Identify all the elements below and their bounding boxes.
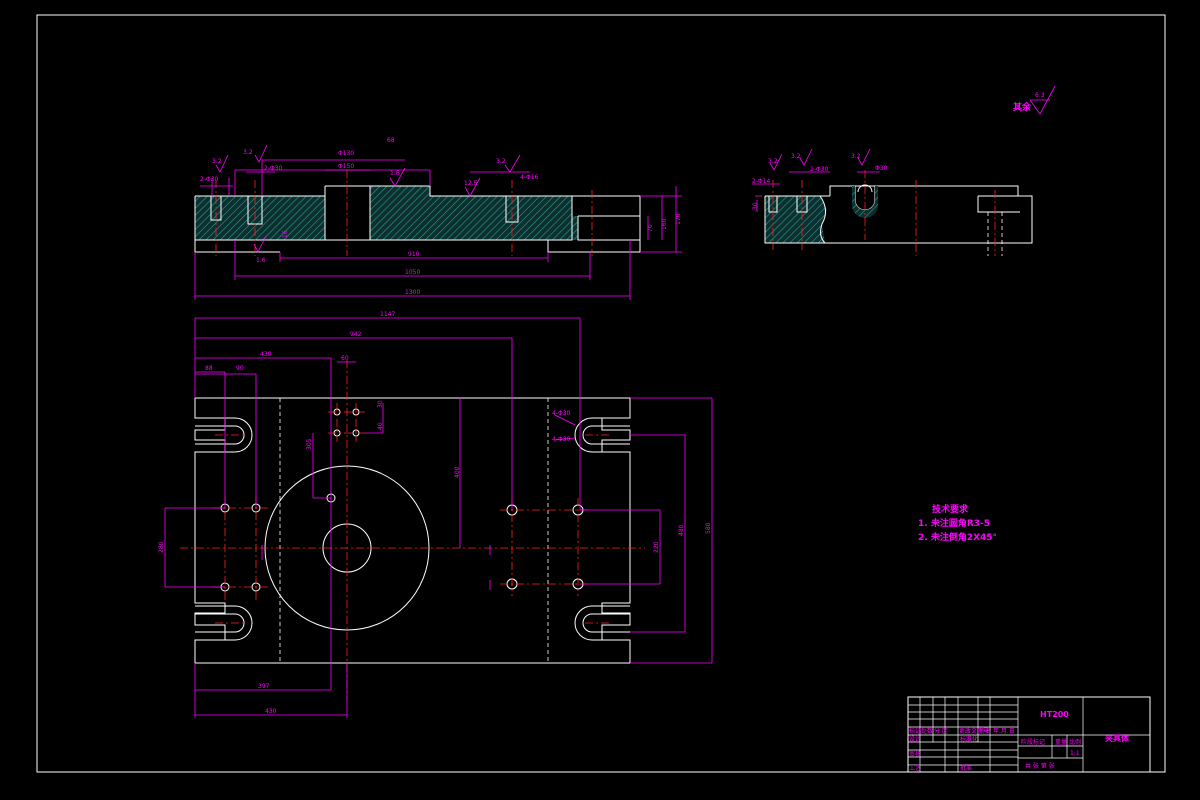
tb-date: 年.月.日 bbox=[993, 727, 1015, 735]
plan-dim-bottom-430: 430 bbox=[265, 708, 277, 715]
title-block: HT200 夹具体 标记 处数 分 区 更改文件号 签名 年.月.日 设计 标准… bbox=[907, 696, 1151, 773]
plan-dim-edge-88: 88 bbox=[205, 365, 213, 372]
plan-dim-pin-b: 40 bbox=[377, 422, 384, 430]
plan-dim-width-mid: 942 bbox=[350, 331, 362, 338]
tb-review: 审核 bbox=[909, 750, 921, 758]
plan-dim-height-220: 220 bbox=[653, 541, 660, 553]
tech-req-item-2: 2. 未注倒角2X45° bbox=[918, 531, 997, 543]
plan-view: 1147 942 430 60 88 90 30 40 400 305 280 … bbox=[158, 311, 713, 718]
plan-dim-slot-a: 4-Φ30 bbox=[552, 410, 571, 417]
tech-req-item-1: 1. 未注圆角R3-5 bbox=[918, 517, 990, 529]
plan-dim-width-top: 1147 bbox=[380, 311, 395, 318]
plan-dim-depth-400: 400 bbox=[454, 466, 461, 478]
front-section-view: 68 Φ130 Φ150 2-Φ30 2-Φ30 4-Φ16 3.2 3.2 1… bbox=[194, 137, 682, 300]
dim-length-mid: 1050 bbox=[405, 269, 420, 276]
plan-dim-height-580: 580 bbox=[705, 522, 712, 534]
side-dim-hole-c: Φ30 bbox=[875, 165, 888, 172]
inner-border bbox=[50, 15, 1165, 772]
tb-process: 工艺 bbox=[909, 764, 921, 772]
dim-counterbore-right: 4-Φ16 bbox=[520, 174, 539, 181]
plan-dim-height-280: 280 bbox=[158, 541, 165, 553]
dim-height-b: 160 bbox=[661, 218, 668, 230]
dim-length-total: 1300 bbox=[405, 289, 420, 296]
dim-length-inner: 910 bbox=[408, 251, 420, 258]
side-dim-roughness-a: 3.2 bbox=[768, 158, 778, 165]
plan-dim-bottom-397: 397 bbox=[258, 683, 270, 690]
dim-height-c: 170 bbox=[675, 213, 682, 225]
cad-drawing: 68 Φ130 Φ150 2-Φ30 2-Φ30 4-Φ16 3.2 3.2 1… bbox=[36, 14, 1166, 773]
tb-count: 处数 bbox=[921, 727, 933, 735]
plan-dim-305: 305 bbox=[306, 438, 313, 450]
dim-roughness-c: 1.6 bbox=[390, 170, 400, 177]
dim-hole-left: 2-Φ30 bbox=[264, 165, 283, 172]
tb-weight: 重量 bbox=[1055, 738, 1067, 746]
general-roughness-note: 其余 6.3 bbox=[1013, 85, 1056, 115]
side-dim-depth: 30 bbox=[752, 202, 759, 210]
side-hatch bbox=[765, 196, 827, 243]
plan-dim-slot-b: 4-Φ30 bbox=[552, 436, 571, 443]
side-dim-roughness-b: 3.2 bbox=[791, 153, 801, 160]
tb-mark: 标记 bbox=[909, 727, 921, 735]
plan-holes bbox=[220, 408, 584, 592]
dim-roughness-a: 3.2 bbox=[212, 158, 222, 165]
dim-depth-small: 16 bbox=[282, 230, 289, 238]
dim-counterbore-left: 2-Φ30 bbox=[200, 176, 219, 183]
tb-sign: 签名 bbox=[979, 727, 991, 735]
plan-dim-edge-90: 90 bbox=[236, 365, 244, 372]
side-dim-hole-a: 2-Φ14 bbox=[752, 178, 771, 185]
tb-scale: 比例 bbox=[1069, 738, 1081, 746]
plan-dim-pin-a: 30 bbox=[377, 400, 384, 408]
side-section-view: 2-Φ14 2-Φ30 Φ30 3.2 3.2 3.2 30 bbox=[752, 148, 1033, 256]
dim-overall-top: 68 bbox=[387, 137, 395, 144]
dim-height-a: 70 bbox=[647, 224, 654, 232]
technical-requirements: 技术要求 1. 未注圆角R3-5 2. 未注倒角2X45° bbox=[918, 503, 997, 543]
plan-dim-width-left: 430 bbox=[260, 351, 272, 358]
tb-sheets: 共 张 第 张 bbox=[1025, 762, 1055, 770]
roughness-note-value: 6.3 bbox=[1035, 92, 1045, 99]
tb-zone: 分 区 bbox=[934, 727, 948, 735]
tb-design: 设计 bbox=[909, 735, 921, 743]
dim-roughness-e: 12.5 bbox=[464, 180, 478, 187]
plan-dim-height-480: 480 bbox=[678, 524, 685, 536]
dim-roughness-b: 3.2 bbox=[243, 149, 253, 156]
dim-bore-diameter: Φ130 bbox=[338, 150, 354, 157]
tb-approve: 批准 bbox=[960, 764, 972, 772]
tb-stage-mark: 阶段标记 bbox=[1021, 738, 1045, 746]
side-dim-roughness-c: 3.2 bbox=[851, 153, 861, 160]
side-dim-hole-b: 2-Φ30 bbox=[810, 166, 829, 173]
title-material: HT200 bbox=[1040, 710, 1069, 719]
plan-centerlines bbox=[180, 360, 645, 700]
tb-standardize: 标准化 bbox=[960, 735, 978, 743]
dim-roughness-d: 3.2 bbox=[496, 158, 506, 165]
dim-roughness-f: 1.6 bbox=[256, 257, 266, 264]
plan-dim-spacing-60: 60 bbox=[341, 355, 349, 362]
tech-req-title: 技术要求 bbox=[932, 503, 969, 515]
front-hatch-body bbox=[195, 186, 578, 240]
dim-inner-diameter: Φ150 bbox=[338, 163, 354, 170]
tb-scale-value: 1:1 bbox=[1070, 750, 1080, 757]
title-part-name: 夹具体 bbox=[1105, 733, 1130, 743]
roughness-note-label: 其余 bbox=[1013, 101, 1032, 113]
outer-border bbox=[36, 14, 1166, 773]
